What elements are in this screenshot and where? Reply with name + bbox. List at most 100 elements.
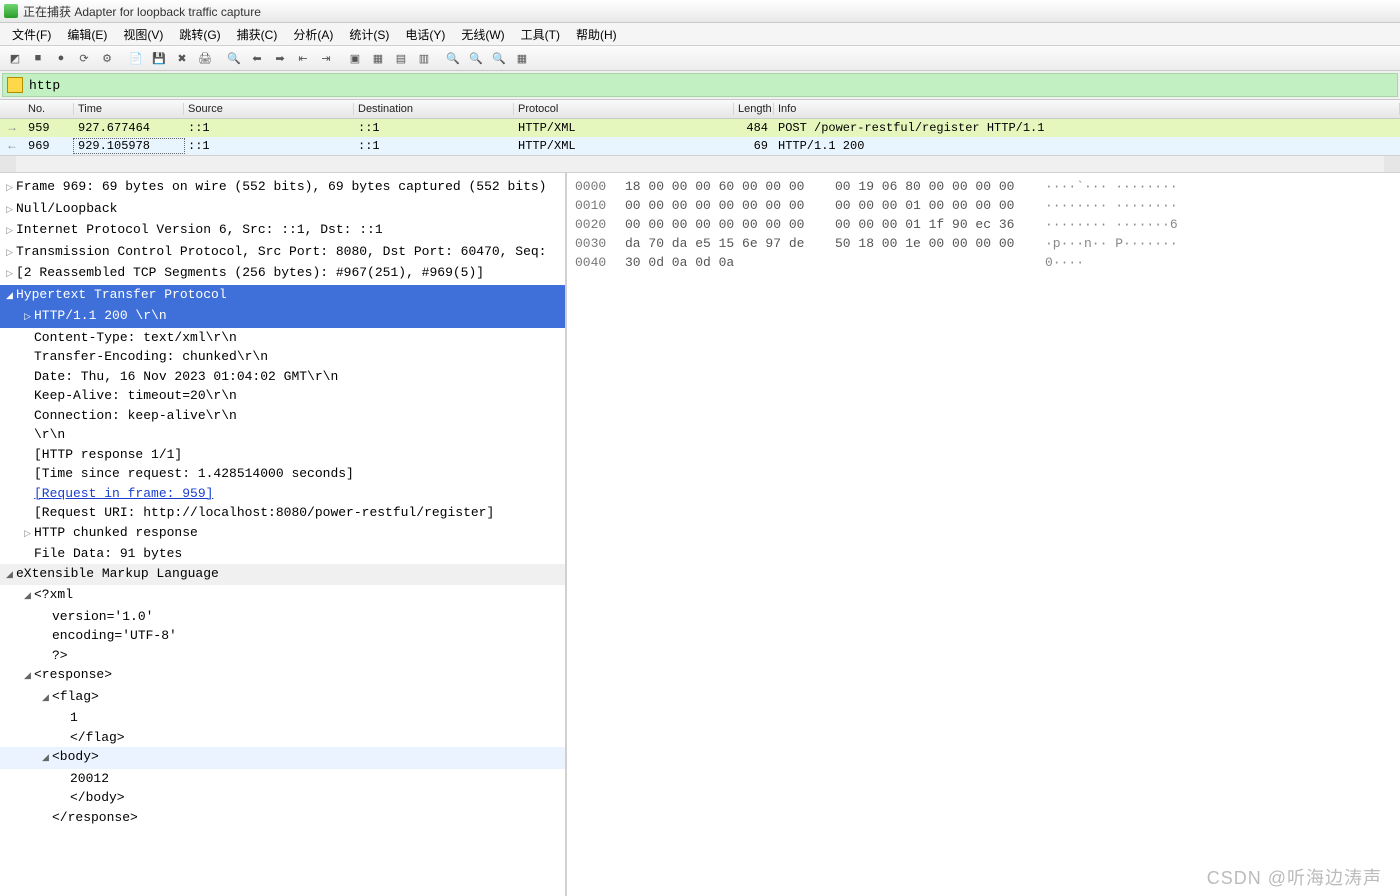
tree-node[interactable]: eXtensible Markup Language bbox=[0, 564, 565, 586]
tree-node[interactable]: HTTP/1.1 200 \r\n bbox=[0, 306, 565, 328]
toolbar-button[interactable]: ■ bbox=[27, 48, 49, 68]
tree-node[interactable]: Transmission Control Protocol, Src Port:… bbox=[0, 242, 565, 264]
tree-label: 1 bbox=[70, 710, 78, 725]
toolbar-button[interactable]: 💾 bbox=[148, 48, 170, 68]
tree-node[interactable]: </flag> bbox=[0, 728, 565, 748]
menu-analyze[interactable]: 分析(A) bbox=[285, 24, 341, 45]
col-info[interactable]: Info bbox=[774, 103, 1400, 115]
toolbar-button[interactable]: 🖨 bbox=[194, 48, 216, 68]
tree-caret-icon[interactable] bbox=[6, 177, 16, 199]
menu-view[interactable]: 视图(V) bbox=[115, 24, 171, 45]
tree-node[interactable]: Frame 969: 69 bytes on wire (552 bits), … bbox=[0, 177, 565, 199]
tree-node[interactable]: </response> bbox=[0, 808, 565, 828]
tree-node[interactable]: Connection: keep-alive\r\n bbox=[0, 406, 565, 426]
tree-node[interactable]: encoding='UTF-8' bbox=[0, 626, 565, 646]
col-protocol[interactable]: Protocol bbox=[514, 103, 734, 115]
tree-node[interactable]: <body> bbox=[0, 747, 565, 769]
toolbar-button[interactable]: ◩ bbox=[4, 48, 26, 68]
toolbar-button[interactable]: ⇥ bbox=[315, 48, 337, 68]
packet-row[interactable]: →959927.677464::1::1HTTP/XML484POST /pow… bbox=[0, 119, 1400, 137]
tree-node[interactable]: <?xml bbox=[0, 585, 565, 607]
tree-node[interactable]: \r\n bbox=[0, 425, 565, 445]
tree-caret-icon[interactable] bbox=[24, 523, 34, 545]
tree-node[interactable]: 20012 bbox=[0, 769, 565, 789]
menu-capture[interactable]: 捕获(C) bbox=[229, 24, 286, 45]
toolbar-button[interactable]: 🔍 bbox=[223, 48, 245, 68]
tree-caret-icon[interactable] bbox=[6, 263, 16, 285]
col-destination[interactable]: Destination bbox=[354, 103, 514, 115]
toolbar-button[interactable]: ▦ bbox=[511, 48, 533, 68]
toolbar-button[interactable]: ✖ bbox=[171, 48, 193, 68]
packet-bytes-pane[interactable]: 000018 00 00 00 60 00 00 0000 19 06 80 0… bbox=[567, 173, 1400, 896]
menu-file[interactable]: 文件(F) bbox=[4, 24, 59, 45]
tree-node[interactable]: [Request URI: http://localhost:8080/powe… bbox=[0, 503, 565, 523]
tree-caret-icon[interactable] bbox=[42, 687, 52, 709]
toolbar-button[interactable]: ▣ bbox=[344, 48, 366, 68]
hex-row[interactable]: 001000 00 00 00 00 00 00 0000 00 00 01 0… bbox=[575, 196, 1392, 215]
tree-node[interactable]: [HTTP response 1/1] bbox=[0, 445, 565, 465]
tree-caret-icon[interactable] bbox=[6, 564, 16, 586]
app-icon bbox=[4, 4, 18, 18]
menu-statistics[interactable]: 统计(S) bbox=[341, 24, 397, 45]
tree-caret-icon[interactable] bbox=[6, 220, 16, 242]
toolbar-button[interactable]: ➡ bbox=[269, 48, 291, 68]
menu-wireless[interactable]: 无线(W) bbox=[453, 24, 512, 45]
packet-row[interactable]: ←969929.105978::1::1HTTP/XML69HTTP/1.1 2… bbox=[0, 137, 1400, 155]
tree-node[interactable]: Keep-Alive: timeout=20\r\n bbox=[0, 386, 565, 406]
tree-node[interactable]: <response> bbox=[0, 665, 565, 687]
tree-node[interactable]: 1 bbox=[0, 708, 565, 728]
display-filter-input[interactable] bbox=[27, 77, 1393, 94]
toolbar-button[interactable]: 🔍 bbox=[488, 48, 510, 68]
col-length[interactable]: Length bbox=[734, 103, 774, 115]
tree-node[interactable]: [Time since request: 1.428514000 seconds… bbox=[0, 464, 565, 484]
tree-caret-icon[interactable] bbox=[24, 306, 34, 328]
tree-node[interactable]: Null/Loopback bbox=[0, 199, 565, 221]
tree-caret-icon[interactable] bbox=[6, 242, 16, 264]
toolbar-button[interactable]: ● bbox=[50, 48, 72, 68]
hex-row[interactable]: 004030 0d 0a 0d 0a0···· bbox=[575, 253, 1392, 272]
tree-node[interactable]: <flag> bbox=[0, 687, 565, 709]
toolbar-button[interactable]: ▥ bbox=[413, 48, 435, 68]
tree-node[interactable]: [Request in frame: 959] bbox=[0, 484, 565, 504]
bookmark-icon[interactable] bbox=[7, 77, 23, 93]
tree-label: <?xml bbox=[34, 587, 73, 602]
toolbar-button[interactable]: 🔍 bbox=[442, 48, 464, 68]
tree-node[interactable]: </body> bbox=[0, 788, 565, 808]
tree-node[interactable]: HTTP chunked response bbox=[0, 523, 565, 545]
tree-caret-icon[interactable] bbox=[24, 585, 34, 607]
packet-list-hscroll[interactable] bbox=[0, 155, 1400, 173]
menu-help[interactable]: 帮助(H) bbox=[568, 24, 625, 45]
tree-node[interactable]: Hypertext Transfer Protocol bbox=[0, 285, 565, 307]
toolbar-button[interactable]: ▤ bbox=[390, 48, 412, 68]
tree-caret-icon[interactable] bbox=[6, 285, 16, 307]
hex-row[interactable]: 002000 00 00 00 00 00 00 0000 00 00 01 1… bbox=[575, 215, 1392, 234]
tree-node[interactable]: File Data: 91 bytes bbox=[0, 544, 565, 564]
tree-node[interactable]: [2 Reassembled TCP Segments (256 bytes):… bbox=[0, 263, 565, 285]
toolbar-button[interactable]: ⇤ bbox=[292, 48, 314, 68]
toolbar-button[interactable]: ⟳ bbox=[73, 48, 95, 68]
toolbar-button[interactable]: 🔍 bbox=[465, 48, 487, 68]
menu-tools[interactable]: 工具(T) bbox=[513, 24, 568, 45]
toolbar-button[interactable]: ⬅ bbox=[246, 48, 268, 68]
col-time[interactable]: Time bbox=[74, 103, 184, 115]
tree-node[interactable]: Transfer-Encoding: chunked\r\n bbox=[0, 347, 565, 367]
tree-caret-icon[interactable] bbox=[24, 665, 34, 687]
menu-edit[interactable]: 编辑(E) bbox=[59, 24, 115, 45]
hex-row[interactable]: 0030da 70 da e5 15 6e 97 de50 18 00 1e 0… bbox=[575, 234, 1392, 253]
tree-node[interactable]: version='1.0' bbox=[0, 607, 565, 627]
toolbar-button[interactable]: ▦ bbox=[367, 48, 389, 68]
hex-row[interactable]: 000018 00 00 00 60 00 00 0000 19 06 80 0… bbox=[575, 177, 1392, 196]
packet-details-pane[interactable]: Frame 969: 69 bytes on wire (552 bits), … bbox=[0, 173, 567, 896]
tree-node[interactable]: Date: Thu, 16 Nov 2023 01:04:02 GMT\r\n bbox=[0, 367, 565, 387]
col-no[interactable]: No. bbox=[24, 103, 74, 115]
menu-telephony[interactable]: 电话(Y) bbox=[397, 24, 453, 45]
tree-node[interactable]: Content-Type: text/xml\r\n bbox=[0, 328, 565, 348]
toolbar-button[interactable]: 📄 bbox=[125, 48, 147, 68]
toolbar-button[interactable]: ⚙ bbox=[96, 48, 118, 68]
tree-node[interactable]: Internet Protocol Version 6, Src: ::1, D… bbox=[0, 220, 565, 242]
col-source[interactable]: Source bbox=[184, 103, 354, 115]
tree-node[interactable]: ?> bbox=[0, 646, 565, 666]
menu-go[interactable]: 跳转(G) bbox=[171, 24, 228, 45]
tree-caret-icon[interactable] bbox=[6, 199, 16, 221]
tree-caret-icon[interactable] bbox=[42, 747, 52, 769]
